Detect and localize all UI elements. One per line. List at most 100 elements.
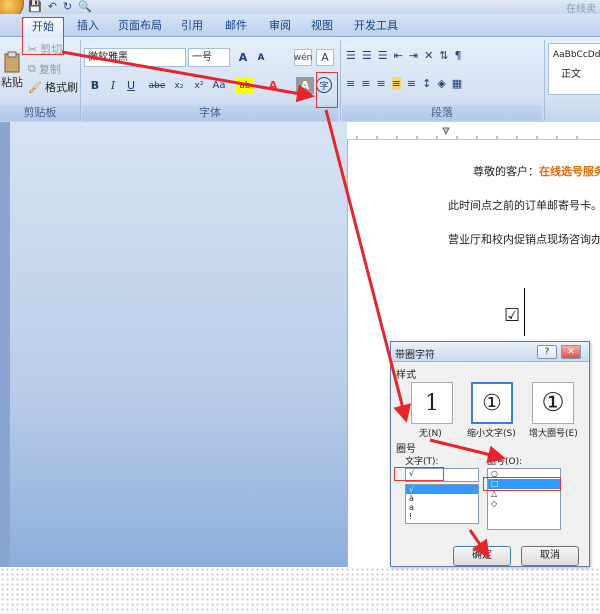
font-color-icon[interactable]: A (264, 77, 282, 94)
show-marks-icon[interactable]: ¶ (455, 49, 462, 62)
boxed-check-symbol: ☑ (504, 305, 521, 326)
font-family-combo[interactable]: 微软雅黑 (84, 48, 186, 67)
sort-icon[interactable]: ⇅ (439, 49, 448, 62)
align-center-icon[interactable]: ≡ (361, 77, 370, 90)
distribute-icon[interactable]: ✕ (424, 49, 433, 62)
style-section-label: 样式 (396, 370, 416, 381)
dialog-title-bar: 带圈字符 ? ✕ (391, 342, 589, 362)
tab-page-layout[interactable]: 页面布局 (112, 17, 168, 37)
window-title: 在线卖 (566, 4, 596, 15)
doc-line-2: 此时间点之前的订单邮寄号卡。 (448, 199, 600, 212)
style-enlarge-label[interactable]: 增大圈号(E) (529, 426, 578, 439)
enclose-characters-icon[interactable]: 字 (316, 77, 332, 93)
paste-button[interactable]: 粘贴 (0, 40, 24, 100)
brush-icon: 🖌 (28, 80, 42, 94)
style-none-box[interactable]: 1 (411, 382, 453, 424)
print-preview-icon[interactable]: 🔍 (78, 0, 92, 14)
copy-label: 复制 (38, 63, 61, 76)
help-button[interactable]: ? (537, 345, 557, 359)
text-field-label: 文字(T): (405, 457, 439, 467)
numbering-icon[interactable]: ☰ (362, 49, 372, 62)
style-enlarge-glyph: ① (541, 388, 565, 418)
horizontal-ruler[interactable] (347, 126, 600, 140)
enclosure-option-0[interactable]: ○ (488, 469, 560, 479)
text-input-value: √ (409, 469, 415, 478)
close-button[interactable]: ✕ (561, 345, 581, 359)
multilevel-icon[interactable]: ☰ (378, 49, 388, 62)
enclosure-option-1[interactable]: □ (488, 479, 560, 489)
cancel-button[interactable]: 取消 (521, 546, 579, 566)
text-option-3[interactable]: ! (406, 512, 478, 521)
character-border-icon[interactable]: A (316, 49, 334, 66)
tab-mailings[interactable]: 邮件 (218, 17, 254, 37)
underline-icon[interactable]: U (122, 77, 140, 94)
text-cursor (524, 288, 525, 336)
style-normal[interactable]: AaBbCcDd 正文 (548, 43, 600, 95)
style-none-label[interactable]: 无(N) (419, 426, 442, 439)
save-icon[interactable]: 💾 (28, 0, 42, 14)
circle-section-label: 圈号 (396, 444, 416, 455)
shading-icon[interactable]: ◈ (437, 77, 445, 90)
tab-home[interactable]: 开始 (22, 17, 64, 37)
scissors-icon: ✂ (28, 42, 38, 56)
highlight-icon[interactable]: ab (236, 77, 254, 94)
grow-font-icon[interactable]: A (234, 49, 252, 66)
decrease-indent-icon[interactable]: ⇤ (394, 49, 403, 62)
shrink-font-icon[interactable]: A (252, 49, 270, 66)
undo-icon[interactable]: ↶ (48, 0, 57, 14)
style-shrink-label[interactable]: 缩小文字(S) (467, 426, 516, 439)
enclosure-option-2[interactable]: △ (488, 489, 560, 499)
bullets-icon[interactable]: ☰ (346, 49, 356, 62)
font-group-label: 字体 (82, 105, 338, 121)
cut-label: 剪切 (40, 43, 63, 56)
strikethrough-icon[interactable]: abe (146, 77, 168, 94)
tab-developer[interactable]: 开发工具 (348, 17, 404, 37)
doc-line-3: 营业厅和校内促销点现场咨询办 (448, 233, 600, 246)
style-name: 正文 (561, 69, 581, 80)
font-size-combo[interactable]: 一号 (188, 48, 230, 67)
bold-icon[interactable]: B (86, 77, 104, 94)
justify-icon[interactable]: ≡ (391, 77, 401, 90)
text-option-0[interactable]: √ (406, 485, 478, 494)
ok-button[interactable]: 确定 (453, 546, 511, 566)
align-left-icon[interactable]: ≡ (346, 77, 355, 90)
subscript-icon[interactable]: x₂ (170, 77, 188, 94)
paragraph-bottom-row: ≡ ≡ ≡ ≡ ≡ ↕ ◈ ▦ (346, 77, 462, 90)
tab-review[interactable]: 审阅 (262, 17, 298, 37)
paste-label: 粘贴 (1, 76, 23, 89)
style-shrink-box[interactable]: ① (471, 382, 513, 424)
text-input[interactable]: √ (405, 468, 479, 482)
change-case-icon[interactable]: Aa (210, 77, 228, 94)
tab-insert[interactable]: 插入 (70, 17, 106, 37)
enclosure-option-3[interactable]: ◇ (488, 499, 560, 509)
enclosure-listbox[interactable]: ○ □ △ ◇ (487, 468, 561, 530)
clipboard-group-label: 剪贴板 (0, 105, 80, 121)
text-option-2[interactable]: a (406, 503, 478, 512)
phonetic-guide-icon[interactable]: wén (294, 49, 312, 66)
increase-indent-icon[interactable]: ⇥ (409, 49, 418, 62)
text-listbox[interactable]: √ à a ! (405, 484, 479, 524)
text-option-1[interactable]: à (406, 494, 478, 503)
format-painter-label: 格式刷 (44, 81, 78, 94)
superscript-icon[interactable]: x² (190, 77, 208, 94)
align-right-icon[interactable]: ≡ (376, 77, 385, 90)
ribbon: 粘贴 ✂ 剪切 ⧉ 复制 🖌 格式刷 剪贴板 微软雅黑 一号 A A wén A B … (0, 37, 600, 122)
workspace-background (0, 122, 347, 567)
redo-icon[interactable]: ↻ (63, 0, 72, 14)
borders-icon[interactable]: ▦ (452, 77, 462, 90)
copy-button[interactable]: ⧉ 复制 (28, 61, 61, 77)
enclose-characters-dialog: 带圈字符 ? ✕ 样式 1 ① ① 无(N) 缩小文字(S) 增大圈号(E) 圈… (390, 341, 590, 567)
paragraph-top-row: ☰ ☰ ☰ ⇤ ⇥ ✕ ⇅ ¶ (346, 49, 462, 62)
tab-view[interactable]: 视图 (304, 17, 340, 37)
distributed-icon[interactable]: ≡ (407, 77, 416, 90)
tab-references[interactable]: 引用 (174, 17, 210, 37)
italic-icon[interactable]: I (104, 77, 122, 94)
format-painter-button[interactable]: 🖌 格式刷 (28, 79, 78, 95)
line-spacing-icon[interactable]: ↕ (422, 77, 431, 90)
character-shading-icon[interactable]: A (296, 77, 314, 94)
bottom-pattern (0, 567, 600, 614)
quick-access-toolbar: 💾 ↶ ↻ 🔍 (28, 0, 92, 14)
cut-button[interactable]: ✂ 剪切 (28, 41, 62, 57)
style-enlarge-box[interactable]: ① (532, 382, 574, 424)
copy-icon: ⧉ (28, 62, 36, 75)
